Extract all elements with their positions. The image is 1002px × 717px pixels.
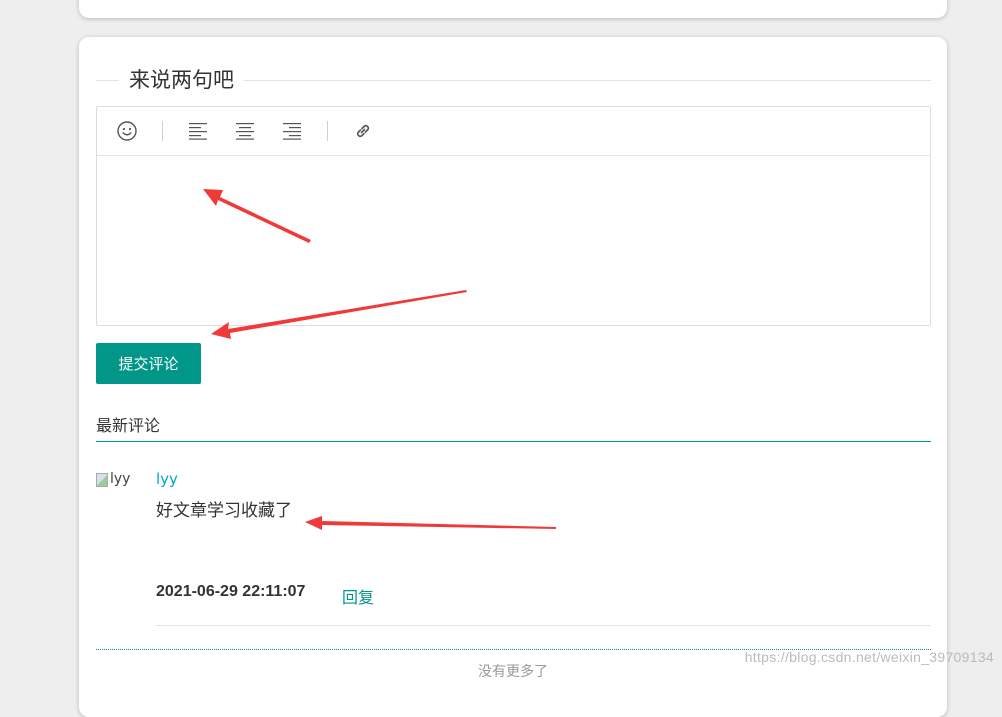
toolbar-separator bbox=[162, 121, 163, 141]
comment-editor bbox=[96, 106, 931, 326]
toolbar-separator bbox=[327, 121, 328, 141]
align-right-icon[interactable] bbox=[280, 119, 304, 143]
comment-text: 好文章学习收藏了 bbox=[156, 501, 292, 521]
link-icon[interactable] bbox=[351, 119, 375, 143]
watermark: https://blog.csdn.net/weixin_39709134 bbox=[744, 649, 994, 665]
align-left-icon[interactable] bbox=[186, 119, 210, 143]
avatar: lyy bbox=[96, 471, 140, 493]
editor-toolbar bbox=[97, 107, 930, 156]
submit-comment-button[interactable]: 提交评论 bbox=[96, 343, 201, 384]
reply-link[interactable]: 回复 bbox=[342, 584, 374, 608]
latest-comments-divider bbox=[96, 441, 931, 442]
section-title: 来说两句吧 bbox=[119, 65, 244, 95]
broken-image-icon bbox=[96, 473, 108, 487]
comment-card: 来说两句吧 提交评论 最新评论 lyy lyy 好文章学习收藏了 2021-06… bbox=[79, 37, 947, 717]
comment-timestamp: 2021-06-29 22:11:07 bbox=[156, 583, 306, 600]
emoji-icon[interactable] bbox=[115, 119, 139, 143]
comment-username-link[interactable]: lyy bbox=[156, 470, 178, 488]
align-center-icon[interactable] bbox=[233, 119, 257, 143]
comment-input[interactable] bbox=[97, 156, 930, 325]
avatar-alt-text: lyy bbox=[110, 471, 131, 487]
comment-divider bbox=[156, 625, 931, 626]
latest-comments-title: 最新评论 bbox=[96, 416, 161, 435]
previous-card bbox=[79, 0, 947, 18]
